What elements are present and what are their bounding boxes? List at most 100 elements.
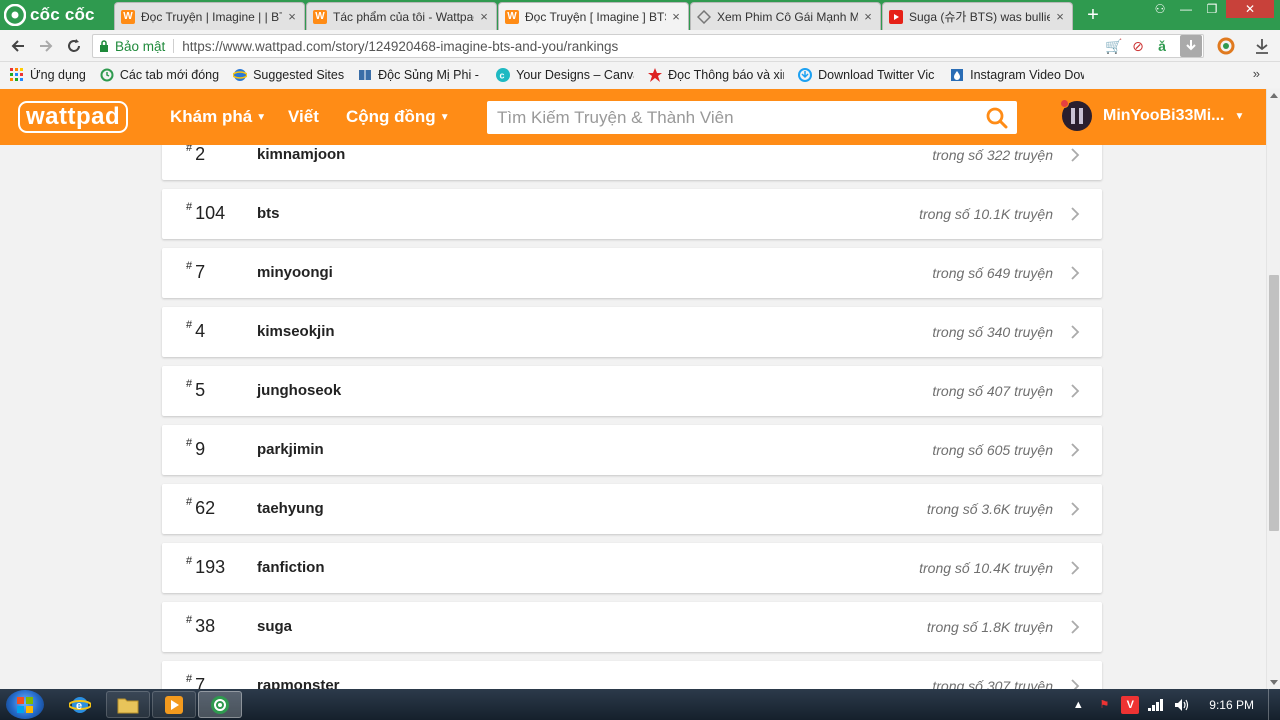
back-button[interactable] xyxy=(8,36,28,56)
browser-tab[interactable]: Suga (슈가 BTS) was bullied × xyxy=(882,2,1073,30)
hash-icon: # xyxy=(186,145,193,154)
browser-brand[interactable]: cốc cốc xyxy=(0,0,112,30)
scroll-down-icon[interactable] xyxy=(1270,680,1278,685)
tab-close-icon[interactable]: × xyxy=(1054,9,1066,24)
tray-flag-icon[interactable]: ⚑ xyxy=(1095,696,1113,714)
tray-volume-icon[interactable] xyxy=(1173,696,1191,714)
shopping-cart-icon[interactable]: 🛒 xyxy=(1105,37,1123,55)
taskbar-coccoc-icon[interactable] xyxy=(198,691,242,718)
tab-close-icon[interactable]: × xyxy=(286,9,298,24)
window-close-icon[interactable]: ✕ xyxy=(1226,0,1274,18)
window-user-icon[interactable]: ⚇ xyxy=(1148,0,1172,18)
rank-value: 9 xyxy=(195,439,206,459)
start-button[interactable] xyxy=(6,690,44,719)
ranking-row[interactable]: #104 bts trong số 10.1K truyện xyxy=(162,189,1102,239)
tab-title: Xem Phim Cô Gái Mạnh Mẽ xyxy=(717,9,858,24)
hash-icon: # xyxy=(186,260,193,272)
bookmark-doc-sung-mi-phi[interactable]: Độc Sủng Mị Phi - Ch xyxy=(358,68,482,82)
url-text[interactable]: https://www.wattpad.com/story/124920468-… xyxy=(182,39,618,54)
downloads-arrow-icon[interactable] xyxy=(1252,36,1272,56)
bookmark-recent-tabs[interactable]: Các tab mới đóng xyxy=(100,68,219,82)
download-button[interactable] xyxy=(1180,35,1202,57)
bookmark-apps[interactable]: Ứng dụng xyxy=(10,68,86,82)
download-icon xyxy=(798,68,813,82)
extension-icon[interactable] xyxy=(1216,36,1236,56)
tray-antivirus-icon[interactable]: V xyxy=(1121,695,1140,714)
nav-community-label: Cộng đồng xyxy=(346,107,436,126)
clock[interactable]: 9:16 PM xyxy=(1209,698,1254,712)
wattpad-logo[interactable]: wattpad xyxy=(18,101,129,133)
bookmark-instagram-video[interactable]: Instagram Video Dow xyxy=(950,68,1084,82)
tag-story-count: trong số 340 truyện xyxy=(932,324,1053,340)
translate-icon[interactable]: ǎ xyxy=(1153,37,1171,55)
ranking-row[interactable]: #2 kimnamjoon trong số 322 truyện xyxy=(162,145,1102,180)
tag-story-count: trong số 322 truyện xyxy=(932,147,1053,163)
chevron-right-icon xyxy=(1071,148,1080,162)
ranking-row[interactable]: #9 parkjimin trong số 605 truyện xyxy=(162,425,1102,475)
user-menu[interactable]: MinYooBi33Mi... ▼ xyxy=(1060,99,1244,131)
ranking-row[interactable]: #7 rapmonster trong số 307 truyện xyxy=(162,661,1102,689)
ranking-row[interactable]: #7 minyoongi trong số 649 truyện xyxy=(162,248,1102,298)
tag-name: fanfiction xyxy=(257,559,325,576)
tray-arrow-icon[interactable]: ▲ xyxy=(1069,696,1087,714)
tag-name: kimseokjin xyxy=(257,323,335,340)
adblock-icon[interactable]: ⊘ xyxy=(1129,37,1147,55)
search-icon[interactable] xyxy=(977,101,1017,134)
scrollbar-thumb[interactable] xyxy=(1269,275,1279,531)
window-minimize-icon[interactable]: — xyxy=(1174,0,1198,18)
tab-close-icon[interactable]: × xyxy=(478,9,490,24)
chevron-right-icon xyxy=(1071,266,1080,280)
chevron-down-icon: ▼ xyxy=(439,112,450,124)
url-bar[interactable]: Bảo mật https://www.wattpad.com/story/12… xyxy=(92,34,1204,58)
bookmark-canva[interactable]: c Your Designs – Canva xyxy=(496,68,634,82)
browser-tab-strip: cốc cốc W Đọc Truyện | Imagine | | BTS ×… xyxy=(0,0,1280,30)
browser-tab[interactable]: W Tác phẩm của tôi - Wattpad × xyxy=(306,2,497,30)
new-tab-button[interactable]: + xyxy=(1080,5,1106,26)
ranking-row[interactable]: #38 suga trong số 1.8K truyện xyxy=(162,602,1102,652)
taskbar-explorer-icon[interactable] xyxy=(106,691,150,718)
rank-value: 7 xyxy=(195,675,206,689)
ranking-row[interactable]: #4 kimseokjin trong số 340 truyện xyxy=(162,307,1102,357)
ranking-row[interactable]: #62 taehyung trong số 3.6K truyện xyxy=(162,484,1102,534)
reload-button[interactable] xyxy=(64,36,84,56)
rank-number: #5 xyxy=(186,378,206,401)
wattpad-icon: W xyxy=(313,9,327,24)
rank-number: #104 xyxy=(186,201,225,224)
browser-tab-active[interactable]: W Đọc Truyện [ Imagine ] BTS × xyxy=(498,2,689,30)
nav-write[interactable]: Viết xyxy=(288,107,319,127)
bookmark-suggested-sites[interactable]: Suggested Sites xyxy=(233,68,344,82)
hash-icon: # xyxy=(186,201,193,213)
tag-story-count: trong số 605 truyện xyxy=(932,442,1053,458)
leaf-icon xyxy=(648,68,663,82)
show-desktop-button[interactable] xyxy=(1268,689,1280,720)
ranking-row[interactable]: #5 junghoseok trong số 407 truyện xyxy=(162,366,1102,416)
taskbar-media-player-icon[interactable] xyxy=(152,691,196,718)
search-input[interactable] xyxy=(487,101,977,134)
tab-close-icon[interactable]: × xyxy=(862,9,874,24)
browser-tab[interactable]: Xem Phim Cô Gái Mạnh Mẽ × xyxy=(690,2,881,30)
browser-tab[interactable]: W Đọc Truyện | Imagine | | BTS × xyxy=(114,2,305,30)
search-box xyxy=(487,101,1017,134)
page-scrollbar[interactable] xyxy=(1266,89,1280,689)
nav-community[interactable]: Cộng đồng ▼ xyxy=(346,107,450,127)
scroll-up-icon[interactable] xyxy=(1270,93,1278,98)
ranking-row[interactable]: #193 fanfiction trong số 10.4K truyện xyxy=(162,543,1102,593)
window-restore-icon[interactable]: ❐ xyxy=(1200,0,1224,18)
tab-close-icon[interactable]: × xyxy=(670,9,682,24)
forward-button[interactable] xyxy=(36,36,56,56)
hash-icon: # xyxy=(186,378,193,390)
bookmark-doc-thong-bao[interactable]: Đọc Thông báo và xin xyxy=(648,68,784,82)
hash-icon: # xyxy=(186,555,193,567)
bookmarks-overflow-button[interactable]: » xyxy=(1253,66,1260,81)
nav-discover[interactable]: Khám phá ▼ xyxy=(170,107,266,127)
history-icon xyxy=(100,68,114,82)
rank-number: #38 xyxy=(186,614,216,637)
tag-story-count: trong số 649 truyện xyxy=(932,265,1053,281)
lock-icon xyxy=(100,40,108,52)
tab-title: Suga (슈가 BTS) was bullied xyxy=(909,10,1050,24)
rank-value: 5 xyxy=(195,380,206,400)
bookmark-download-twitter[interactable]: Download Twitter Vic xyxy=(798,68,936,82)
taskbar-ie-icon[interactable]: e xyxy=(58,691,102,718)
rank-value: 38 xyxy=(195,616,216,636)
tray-signal-icon[interactable] xyxy=(1147,696,1165,714)
